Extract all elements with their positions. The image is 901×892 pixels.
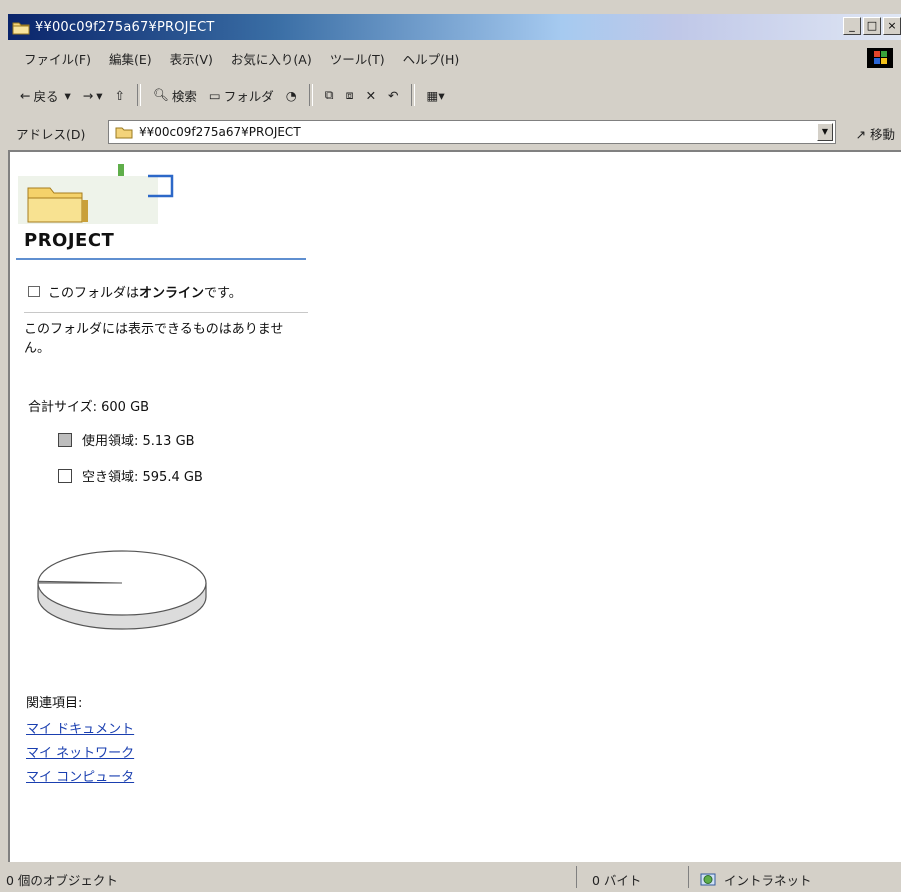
address-label: アドレス(D) — [16, 126, 86, 142]
menu-view[interactable]: 表示(V) — [170, 49, 213, 68]
move-to-icon: ⧉ — [324, 87, 334, 102]
chevron-down-icon: ▾ — [96, 87, 103, 103]
up-folder-button[interactable]: ⇧ — [115, 88, 125, 103]
back-label: 戻る — [33, 88, 59, 104]
folder-icon — [12, 19, 30, 35]
menu-file[interactable]: ファイル(F) — [24, 49, 91, 68]
history-button[interactable]: ◔ — [286, 88, 297, 103]
title-bar[interactable]: ¥¥00c09f275a67¥PROJECT _ □ × — [8, 14, 901, 40]
maximize-button[interactable]: □ — [863, 17, 881, 35]
search-icon: 🔍︎ — [153, 87, 169, 102]
online-status-icon — [28, 286, 40, 297]
history-icon: ◔ — [285, 87, 297, 103]
views-icon: ▦ — [426, 87, 439, 103]
online-status: このフォルダは オンライン です。 — [28, 282, 242, 301]
empty-folder-message: このフォルダには表示できるものはありません。 — [24, 322, 284, 356]
back-arrow-icon: ← — [20, 87, 31, 103]
views-button[interactable]: ▦ ▾ — [427, 88, 445, 103]
online-word: オンライン — [139, 286, 205, 301]
status-bar: 0 個のオブジェクト 0 バイト イントラネット — [0, 862, 901, 892]
folders-label: フォルダ — [223, 88, 274, 104]
size-readout: 0 バイト — [592, 873, 642, 888]
intranet-globe-icon — [700, 872, 718, 888]
folder-icon — [115, 125, 133, 139]
address-dropdown-button[interactable]: ▼ — [817, 123, 833, 141]
title-underline — [16, 258, 306, 260]
folder-banner-icon — [18, 158, 188, 228]
task-pane: PROJECT このフォルダは オンライン です。 このフォルダには表示できるものは… — [10, 152, 310, 862]
search-label: 検索 — [171, 88, 197, 104]
zone-label: イントラネット — [724, 873, 812, 888]
windows-logo-icon — [867, 48, 893, 68]
link-my-documents[interactable]: マイ ドキュメント — [26, 718, 134, 737]
go-button[interactable]: ↗ 移動 — [856, 124, 895, 143]
chevron-down-icon: ▾ — [438, 87, 445, 103]
minimize-button[interactable]: _ — [843, 17, 861, 35]
copy-to-icon: ⧈ — [345, 87, 354, 102]
object-count: 0 個のオブジェクト — [6, 873, 118, 888]
menu-bar: ファイル(F) 編集(E) 表示(V) お気に入り(A) ツール(T) ヘルプ(… — [8, 40, 901, 76]
toolbar: ← 戻る ▾ → ▾ ⇧ 🔍︎ 検索 ▭ フォルダ ◔ ⧉ ⧈ ✕ ↶ ▦ ▾ — [8, 76, 901, 114]
go-label: 移動 — [869, 127, 895, 142]
folders-icon: ▭ — [208, 87, 221, 103]
address-input[interactable]: ¥¥00c09f275a67¥PROJECT ▼ — [108, 120, 836, 144]
link-my-network[interactable]: マイ ネットワーク — [26, 742, 134, 761]
toolbar-separator — [308, 84, 313, 106]
used-swatch — [58, 432, 72, 447]
related-heading: 関連項目: — [26, 696, 83, 711]
undo-icon: ↶ — [388, 87, 399, 103]
address-bar: アドレス(D) ¥¥00c09f275a67¥PROJECT ▼ ↗ 移動 — [8, 116, 901, 150]
status-separator — [688, 866, 689, 888]
zone-indicator: イントラネット — [700, 870, 812, 889]
back-button[interactable]: ← 戻る ▾ — [20, 86, 71, 105]
address-value: ¥¥00c09f275a67¥PROJECT — [139, 125, 301, 139]
chevron-down-icon: ▾ — [64, 87, 71, 103]
free-space-text: 空き領域: 595.4 GB — [82, 470, 203, 485]
menu-help[interactable]: ヘルプ(H) — [403, 49, 460, 68]
folder-title: PROJECT — [24, 230, 115, 251]
menu-edit[interactable]: 編集(E) — [109, 49, 152, 68]
divider — [24, 312, 308, 313]
forward-arrow-icon: → — [82, 87, 94, 103]
close-button[interactable]: × — [883, 17, 901, 35]
content-area: PROJECT このフォルダは オンライン です。 このフォルダには表示できるものは… — [8, 150, 901, 862]
online-prefix: このフォルダは — [48, 286, 140, 301]
move-to-button[interactable]: ⧉ — [325, 87, 334, 103]
menu-favorites[interactable]: お気に入り(A) — [231, 49, 312, 68]
undo-button[interactable]: ↶ — [388, 88, 398, 103]
folders-button[interactable]: ▭ フォルダ — [209, 86, 274, 105]
disk-usage-pie — [37, 550, 207, 630]
total-size: 合計サイズ: 600 GB — [28, 400, 150, 415]
go-arrow-icon: ↗ — [855, 127, 866, 142]
link-my-computer[interactable]: マイ コンピュータ — [26, 766, 134, 785]
free-swatch — [58, 468, 72, 483]
delete-icon: ✕ — [365, 87, 377, 103]
menu-tools[interactable]: ツール(T) — [330, 49, 385, 68]
forward-button[interactable]: → ▾ — [83, 88, 103, 103]
window-title: ¥¥00c09f275a67¥PROJECT — [35, 19, 215, 35]
search-button[interactable]: 🔍︎ 検索 — [153, 86, 197, 105]
delete-button[interactable]: ✕ — [366, 88, 376, 103]
up-folder-icon: ⇧ — [114, 87, 126, 103]
free-space-legend: 空き領域: 595.4 GB — [58, 466, 203, 485]
status-separator — [576, 866, 577, 888]
explorer-window: ¥¥00c09f275a67¥PROJECT _ □ × ファイル(F) 編集(… — [0, 0, 901, 892]
online-suffix: です。 — [204, 286, 242, 301]
used-space-text: 使用領域: 5.13 GB — [82, 434, 195, 449]
toolbar-separator — [137, 84, 142, 106]
copy-to-button[interactable]: ⧈ — [346, 87, 354, 103]
toolbar-separator — [410, 84, 415, 106]
used-space-legend: 使用領域: 5.13 GB — [58, 430, 195, 449]
